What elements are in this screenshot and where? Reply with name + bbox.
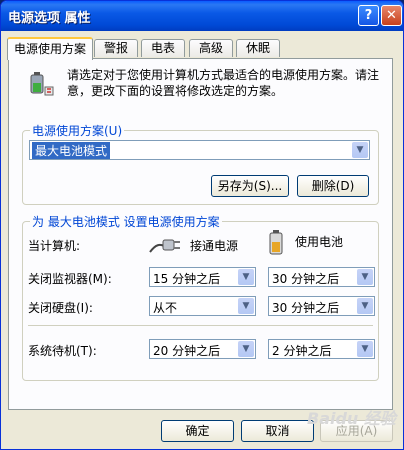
tab-advanced[interactable]: 高级: [189, 39, 233, 57]
hard-disk-off-battery-select[interactable]: 30 分钟之后 ▼: [268, 296, 375, 316]
cancel-button[interactable]: 取消: [241, 420, 314, 442]
chevron-down-icon[interactable]: ▼: [357, 298, 373, 314]
power-scheme-selected-value: 最大电池模式: [32, 142, 111, 159]
watermark: Baidu 经验: [307, 409, 396, 428]
window-title: 电源选项 属性: [8, 11, 91, 26]
power-schemes-panel: 请选定对于您使用计算机方式最适合的电源使用方案。请注意，更改下面的设置将修改选定…: [8, 58, 393, 410]
tab-hibernate[interactable]: 休眠: [236, 39, 280, 57]
delete-button[interactable]: 删除(D): [297, 175, 369, 197]
plugged-in-label: 接通电源: [190, 239, 239, 253]
standby-plugged-select[interactable]: 20 分钟之后 ▼: [149, 339, 256, 359]
help-button[interactable]: ?: [358, 5, 379, 26]
close-button[interactable]: ✕: [381, 5, 402, 26]
chevron-down-icon[interactable]: ▼: [357, 341, 373, 357]
when-computer-label: 当计算机:: [28, 239, 81, 253]
ok-button[interactable]: 确定: [161, 420, 234, 442]
scheme-settings-group: 为 最大电池模式 设置电源使用方案 当计算机: 接通电源 使用电池 关闭监视器(…: [22, 213, 379, 381]
tab-alarms[interactable]: 警报: [94, 39, 138, 57]
save-as-button[interactable]: 另存为(S)...: [211, 175, 289, 197]
hard-disk-off-plugged-value: 从不: [153, 301, 178, 315]
monitor-off-plugged-select[interactable]: 15 分钟之后 ▼: [149, 267, 256, 287]
tab-power-meter[interactable]: 电表: [141, 39, 185, 57]
monitor-off-plugged-value: 15 分钟之后: [153, 272, 221, 286]
power-scheme-select[interactable]: 最大电池模式 ▼: [29, 140, 370, 160]
standby-battery-value: 2 分钟之后: [272, 344, 332, 358]
power-scheme-group-label: 电源使用方案(U): [30, 122, 125, 139]
chevron-down-icon[interactable]: ▼: [357, 269, 373, 285]
monitor-off-battery-select[interactable]: 30 分钟之后 ▼: [268, 267, 375, 287]
settings-divider: [28, 325, 373, 326]
power-battery-icon: [30, 72, 54, 96]
power-options-dialog: 电源选项 属性 ? ✕ 电源使用方案 警报 电表 高级 休眠 请选定对于您使用计…: [0, 0, 404, 450]
description-text: 请选定对于您使用计算机方式最适合的电源使用方案。请注意，更改下面的设置将修改选定…: [67, 68, 380, 98]
chevron-down-icon[interactable]: ▼: [352, 142, 368, 158]
plug-icon: [149, 239, 180, 253]
hard-disk-off-label: 关闭硬盘(I):: [28, 301, 93, 315]
tab-power-schemes[interactable]: 电源使用方案: [7, 37, 93, 60]
standby-battery-select[interactable]: 2 分钟之后 ▼: [268, 339, 375, 359]
battery-icon: [269, 230, 283, 255]
chevron-down-icon[interactable]: ▼: [238, 269, 254, 285]
monitor-off-label: 关闭监视器(M):: [28, 272, 112, 286]
power-scheme-group: 电源使用方案(U) 最大电池模式 ▼ 另存为(S)... 删除(D): [22, 122, 379, 205]
hard-disk-off-plugged-select[interactable]: 从不 ▼: [149, 296, 256, 316]
standby-plugged-value: 20 分钟之后: [153, 344, 221, 358]
monitor-off-battery-value: 30 分钟之后: [272, 272, 340, 286]
hard-disk-off-battery-value: 30 分钟之后: [272, 301, 340, 315]
standby-label: 系统待机(T):: [28, 344, 97, 358]
scheme-settings-group-label: 为 最大电池模式 设置电源使用方案: [30, 213, 222, 230]
chevron-down-icon[interactable]: ▼: [238, 298, 254, 314]
chevron-down-icon[interactable]: ▼: [238, 341, 254, 357]
title-bar[interactable]: 电源选项 属性 ? ✕: [1, 1, 403, 31]
on-battery-label: 使用电池: [295, 235, 344, 249]
